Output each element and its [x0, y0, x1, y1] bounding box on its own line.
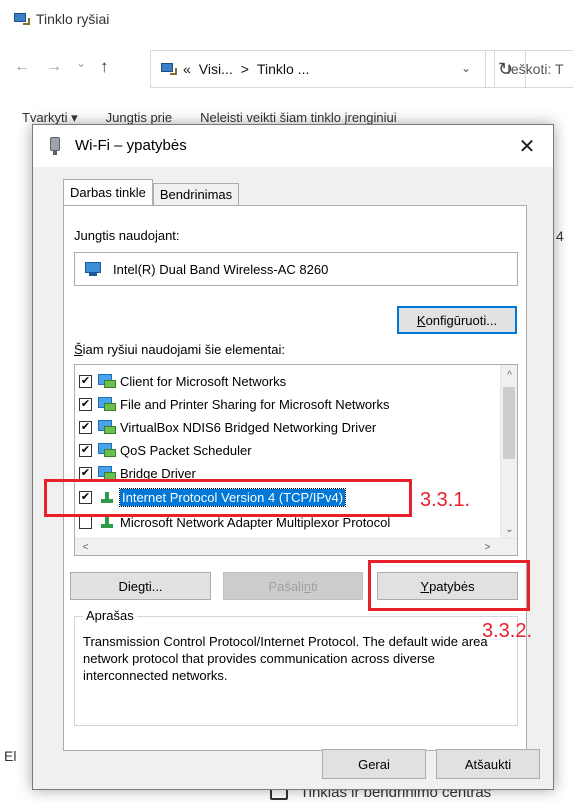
annotation-label-properties: 3.3.2. [482, 620, 533, 642]
annotation-label-ipv4: 3.3.1. [420, 489, 471, 511]
description-group: Aprašas Transmission Control Protocol/In… [74, 608, 518, 726]
explorer-title: Tinklo ryšiai [36, 11, 110, 27]
wifi-properties-dialog: Wi-Fi – ypatybės ✕ Darbas tinkle Bendrin… [32, 124, 554, 790]
recent-locations-icon[interactable]: ⌄ [76, 56, 86, 70]
list-item[interactable]: ✔ QoS Packet Scheduler [79, 438, 252, 462]
network-service-icon [98, 397, 116, 411]
dialog-titlebar: Wi-Fi – ypatybės ✕ [33, 125, 553, 167]
components-label-text: iam ryšiui naudojami šie elementai: [82, 342, 285, 357]
list-item-label: VirtualBox NDIS6 Bridged Networking Driv… [120, 419, 377, 435]
list-item[interactable]: ✔ VirtualBox NDIS6 Bridged Networking Dri… [79, 415, 376, 439]
side-number: 4 [556, 228, 564, 244]
network-service-icon [98, 466, 116, 480]
checkbox[interactable]: ✔ [79, 374, 92, 388]
scroll-left-icon[interactable]: < [77, 539, 94, 555]
close-icon[interactable]: ✕ [509, 131, 545, 161]
description-text: Transmission Control Protocol/Internet P… [83, 634, 488, 683]
checkbox[interactable]: ✔ [79, 443, 92, 457]
vertical-scrollbar[interactable]: ^ ⌄ [500, 365, 517, 539]
address-bar[interactable]: « Visi... > Tinklo ... ⌄ [150, 50, 486, 88]
network-service-icon [98, 420, 116, 434]
annotation-box-ipv4 [44, 479, 412, 517]
scroll-thumb[interactable] [503, 387, 515, 459]
tab-networking[interactable]: Darbas tinkle [63, 179, 153, 205]
breadcrumb-item-all[interactable]: Visi... [199, 61, 233, 77]
tab-sharing[interactable]: Bendrinimas [152, 183, 240, 205]
breadcrumb-overflow[interactable]: « [183, 61, 191, 77]
protocol-icon [98, 515, 116, 529]
configure-button[interactable]: Konfigūruoti... [397, 306, 517, 334]
components-list[interactable]: ✔ Client for Microsoft Networks ✔ File and … [74, 364, 518, 556]
network-adapter-icon [85, 262, 103, 276]
adapter-name: Intel(R) Dual Band Wireless-AC 8260 [113, 261, 329, 277]
uninstall-label-a: Pašali [268, 578, 304, 594]
list-item-label: File and Printer Sharing for Microsoft N… [120, 396, 390, 412]
list-item[interactable]: ✔ File and Printer Sharing for Microsoft … [79, 392, 389, 416]
checkbox[interactable] [79, 515, 92, 529]
list-item-label: QoS Packet Scheduler [120, 442, 252, 458]
cancel-label: Atšaukti [464, 756, 512, 772]
components-accesskey: Š [74, 342, 83, 357]
ok-button[interactable]: Gerai [322, 749, 426, 779]
network-connections-icon [14, 12, 30, 26]
network-service-icon [98, 443, 116, 457]
configure-label: onfigūruoti... [425, 312, 498, 328]
address-dropdown-icon[interactable]: ⌄ [461, 61, 471, 75]
networking-panel: Jungtis naudojant: Intel(R) Dual Band Wi… [63, 205, 527, 751]
wifi-adapter-icon [49, 137, 61, 155]
network-client-icon [98, 374, 116, 388]
connect-using-label: Jungtis naudojant: [74, 228, 180, 243]
install-button[interactable]: Die g ti... [70, 572, 211, 600]
checkbox[interactable]: ✔ [79, 397, 92, 411]
side-letters: El [4, 748, 17, 764]
search-placeholder: Ieškoti: T [507, 61, 564, 77]
adapter-field: Intel(R) Dual Band Wireless-AC 8260 [74, 252, 518, 286]
uninstall-accesskey: n [303, 578, 312, 594]
checkbox[interactable]: ✔ [79, 466, 92, 480]
components-label: Šiam ryšiui naudojami šie elementai: [74, 342, 285, 357]
up-arrow-icon[interactable]: ↑ [100, 57, 109, 77]
uninstall-button[interactable]: Pašali n ti [223, 572, 363, 600]
dialog-tabs: Darbas tinkle Bendrinimas [63, 179, 240, 205]
breadcrumb-item-network[interactable]: Tinklo ... [257, 61, 309, 77]
forward-arrow-icon[interactable]: → [46, 58, 62, 76]
address-network-icon [161, 62, 177, 76]
list-item-label: Client for Microsoft Networks [120, 373, 287, 389]
dialog-title: Wi-Fi – ypatybės [75, 137, 187, 154]
scroll-down-icon[interactable]: ⌄ [501, 521, 517, 538]
scroll-up-icon[interactable]: ^ [501, 367, 517, 384]
configure-accesskey: K [416, 312, 426, 328]
list-item[interactable]: ✔ Client for Microsoft Networks [79, 369, 286, 393]
ok-label: Gerai [358, 756, 390, 772]
search-input[interactable]: Ieškoti: T [494, 50, 573, 88]
uninstall-label-b: ti [311, 578, 318, 594]
annotation-box-properties [368, 560, 530, 611]
explorer-titlebar: Tinklo ryšiai [14, 9, 109, 29]
horizontal-scrollbar[interactable]: < > [75, 538, 517, 555]
scroll-right-icon[interactable]: > [479, 539, 496, 555]
description-legend: Aprašas [83, 608, 137, 623]
install-label-a: Die [118, 578, 138, 594]
back-arrow-icon[interactable]: ← [14, 58, 30, 76]
checkbox[interactable]: ✔ [79, 420, 92, 434]
breadcrumb-separator-icon[interactable]: > [241, 61, 249, 77]
install-accesskey: g [137, 578, 146, 594]
cancel-button[interactable]: Atšaukti [436, 749, 540, 779]
install-label-b: ti... [145, 578, 163, 594]
